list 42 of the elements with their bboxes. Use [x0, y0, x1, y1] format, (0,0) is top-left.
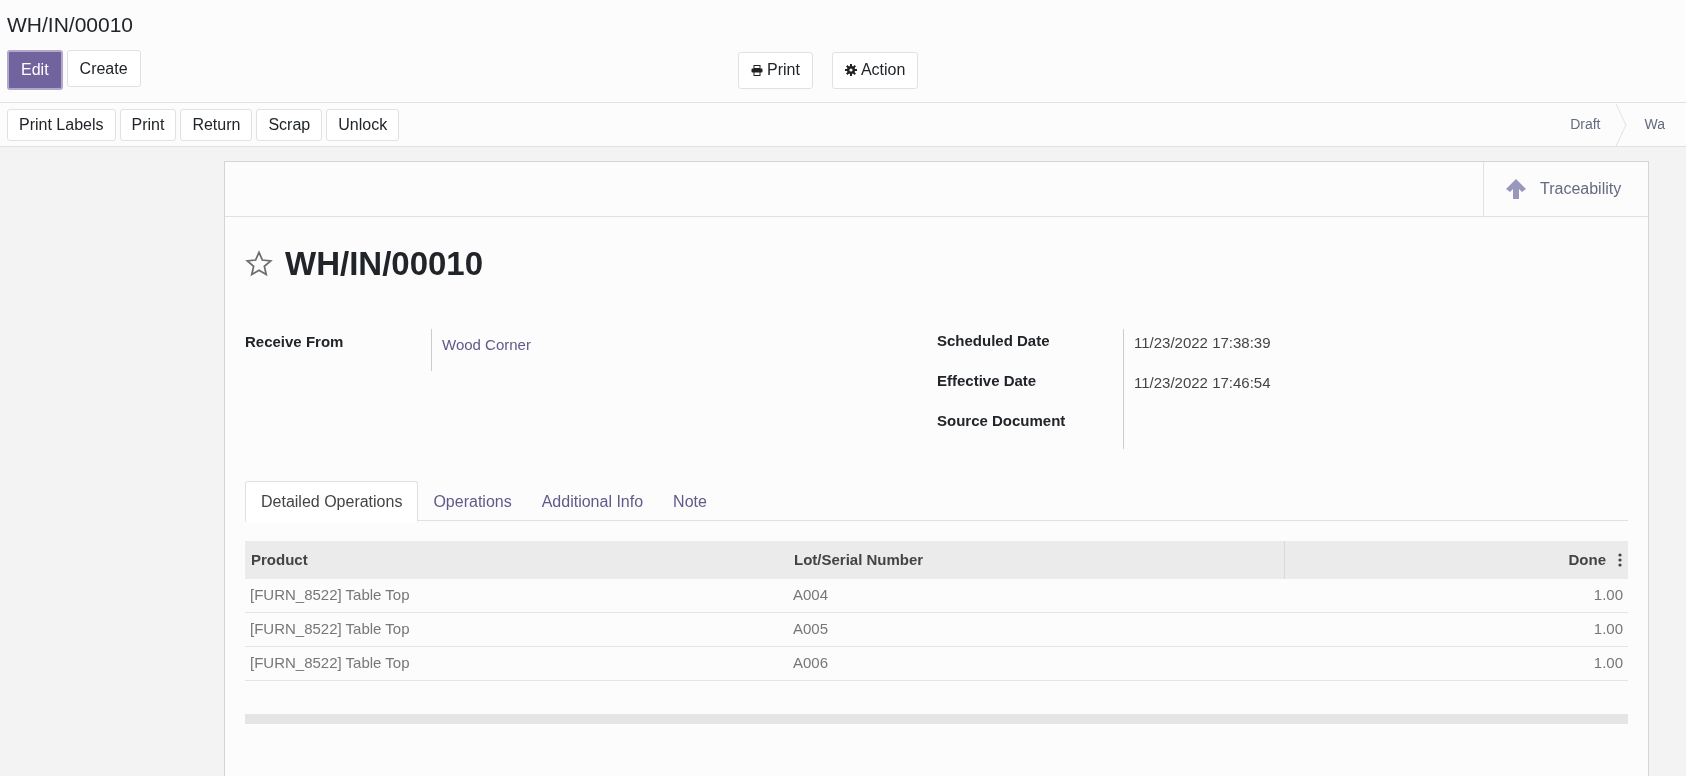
table-cell-text: 1.00	[1592, 585, 1624, 606]
record-title: WH/IN/00010	[285, 244, 484, 285]
field-label: Effective Date	[937, 371, 1038, 391]
table-cell-text: A004	[792, 585, 830, 606]
status-step[interactable]: Wa	[1626, 103, 1679, 146]
header-button[interactable]: Print	[119, 108, 177, 141]
table-cell-text: [FURN_8522] Table Top	[249, 653, 411, 674]
table-cell-text: A005	[792, 619, 830, 640]
field-value: 11/23/2022 17:38:39	[1134, 334, 1271, 351]
header-button[interactable]: Return	[180, 108, 253, 141]
tab[interactable]: Note	[658, 481, 722, 522]
table-cell-text: 1.00	[1592, 619, 1624, 640]
print-button[interactable]: Print	[738, 51, 813, 89]
more-options-icon[interactable]	[1618, 553, 1622, 567]
column-header[interactable]: Done	[1568, 548, 1606, 572]
column-header[interactable]: Lot/Serial Number	[788, 548, 930, 572]
table-cell-text: 1.00	[1592, 653, 1624, 674]
tab[interactable]: Detailed Operations	[245, 481, 419, 522]
star-icon[interactable]	[245, 250, 273, 278]
field-label: Source Document	[937, 411, 1067, 431]
header-button[interactable]: Unlock	[326, 108, 400, 141]
header-button[interactable]: Scrap	[256, 108, 323, 141]
breadcrumb: WH/IN/00010	[7, 13, 134, 36]
status-step[interactable]: Draft	[1552, 103, 1615, 146]
tab[interactable]: Additional Info	[526, 481, 659, 522]
field-label: Scheduled Date	[937, 331, 1051, 351]
header-button[interactable]: Print Labels	[7, 108, 116, 141]
table-cell-text: A006	[792, 653, 830, 674]
field-label: Receive From	[245, 332, 345, 352]
gear-icon	[844, 64, 857, 76]
printer-icon	[751, 64, 763, 76]
traceability-button[interactable]: Traceability	[1483, 162, 1648, 216]
arrow-up-icon	[1504, 177, 1528, 201]
tab[interactable]: Operations	[418, 481, 527, 522]
partner-link[interactable]: Wood Corner	[442, 336, 531, 353]
action-button[interactable]: Action	[831, 51, 919, 89]
table-cell-text: [FURN_8522] Table Top	[249, 585, 411, 606]
table-cell-text: [FURN_8522] Table Top	[249, 619, 411, 640]
column-header[interactable]: Product	[245, 548, 314, 572]
create-button[interactable]: Create	[66, 50, 141, 87]
edit-button[interactable]: Edit	[7, 50, 63, 90]
field-value: 11/23/2022 17:46:54	[1134, 374, 1271, 391]
